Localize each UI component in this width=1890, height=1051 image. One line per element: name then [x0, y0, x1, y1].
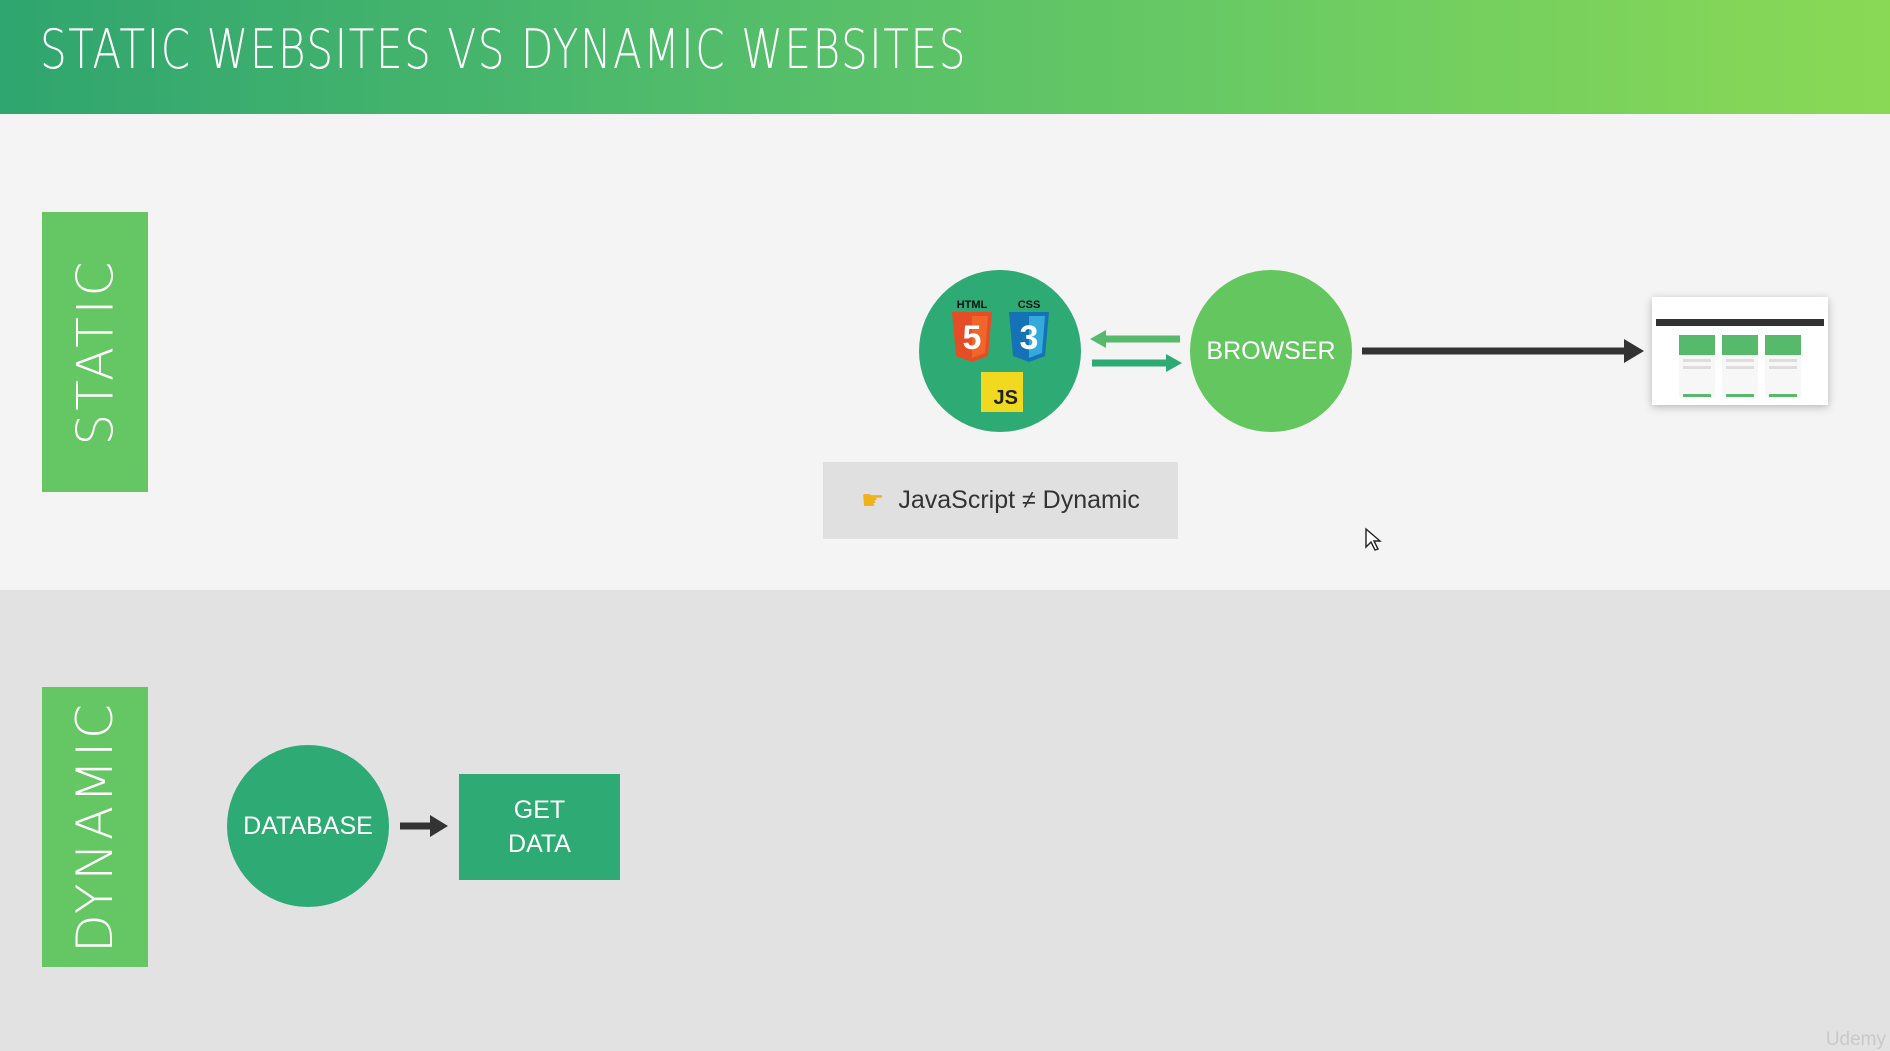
arrow-to-website-icon: [1362, 339, 1644, 363]
two-way-arrows-icon: [1090, 330, 1182, 372]
database-label: DATABASE: [243, 811, 373, 840]
browser-label: BROWSER: [1206, 336, 1336, 365]
arrow-to-get-data-icon: [400, 815, 448, 837]
static-label: STATIC: [42, 212, 148, 492]
get-data-box: GET DATA: [459, 774, 620, 880]
header-banner: STATIC WEBSITES VS DYNAMIC WEBSITES: [0, 0, 1890, 114]
css3-icon: CSS 3: [1009, 299, 1049, 362]
website-screenshot-thumbnail: [1652, 297, 1828, 405]
javascript-not-dynamic-note: ☛ JavaScript ≠ Dynamic: [823, 462, 1178, 539]
browser-circle: BROWSER: [1190, 270, 1352, 432]
html5-icon-glyph: 5: [963, 319, 982, 357]
note-text: JavaScript ≠ Dynamic: [898, 486, 1140, 514]
database-circle: DATABASE: [227, 745, 389, 907]
static-label-text: STATIC: [66, 258, 125, 446]
css3-icon-label: CSS: [1018, 299, 1041, 311]
css3-icon-glyph: 3: [1020, 319, 1039, 357]
get-data-line2: DATA: [508, 830, 571, 858]
html5-icon: HTML 5: [952, 299, 992, 362]
get-data-line1: GET: [513, 796, 566, 824]
udemy-watermark: Udemy: [1825, 1029, 1886, 1050]
javascript-icon: JS: [981, 372, 1023, 412]
mouse-cursor-icon: [1365, 527, 1382, 551]
page-title: STATIC WEBSITES VS DYNAMIC WEBSITES: [40, 18, 968, 81]
dynamic-label-text: DYNAMIC: [66, 701, 124, 953]
html5-icon-label: HTML: [957, 299, 988, 311]
dynamic-label: DYNAMIC: [42, 687, 148, 967]
pointing-hand-icon: ☛: [861, 485, 885, 515]
